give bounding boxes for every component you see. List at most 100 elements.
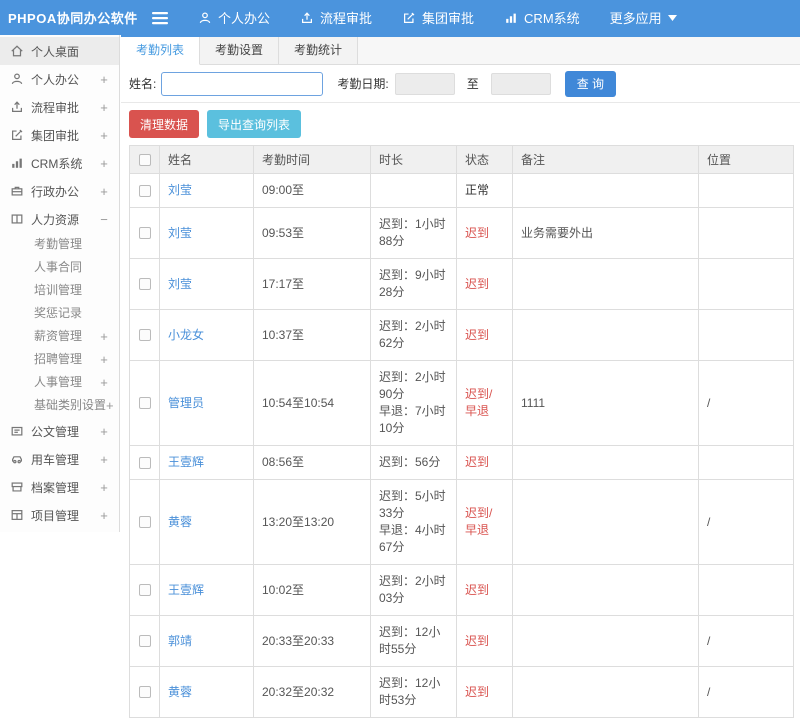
row-checkbox[interactable] xyxy=(138,584,151,597)
employee-name-link[interactable]: 刘莹 xyxy=(168,226,192,240)
home-icon xyxy=(10,44,24,58)
nav-item-workflow-approval[interactable]: 流程审批 xyxy=(300,8,372,27)
table-row: 王壹辉 08:56至 迟到：56分 迟到 xyxy=(129,445,794,480)
sidebar-item-personal-office[interactable]: 个人办公 + xyxy=(0,65,119,93)
sidebar-subitem-training-management[interactable]: 培训管理 xyxy=(0,279,119,302)
nav-item-label: 集团审批 xyxy=(422,11,475,26)
employee-name-link[interactable]: 王壹辉 xyxy=(168,583,204,597)
row-checkbox[interactable] xyxy=(138,278,151,291)
book-icon xyxy=(10,212,24,226)
location-cell: / xyxy=(698,666,794,718)
date-from-input[interactable] xyxy=(394,72,455,95)
action-bar: 清理数据 导出查询列表 xyxy=(121,103,800,145)
expand-icon: + xyxy=(100,479,108,495)
sidebar-item-crm-system[interactable]: CRM系统 + xyxy=(0,149,119,177)
search-button[interactable]: 查 询 xyxy=(564,70,617,97)
nav-item-group-approval[interactable]: 集团审批 xyxy=(402,8,474,27)
expand-icon xyxy=(99,233,109,256)
row-checkbox[interactable] xyxy=(138,184,151,197)
expand-icon: + xyxy=(100,375,108,390)
hamburger-menu-icon[interactable] xyxy=(152,11,168,25)
nav-item-more-apps[interactable]: 更多应用 xyxy=(610,8,677,27)
note-cell xyxy=(512,564,699,616)
nav-item-personal-office[interactable]: 个人办公 xyxy=(198,8,270,27)
tab-attendance-settings[interactable]: 考勤设置 xyxy=(200,37,280,64)
table-row: 王壹辉 10:02至 迟到：2小时03分 迟到 xyxy=(129,564,794,616)
employee-name-link[interactable]: 管理员 xyxy=(168,396,204,410)
chart-icon xyxy=(504,11,518,25)
note-cell xyxy=(512,445,699,480)
duration-cell: 迟到：2小时62分 xyxy=(370,309,457,361)
status-badge: 迟到/早退 xyxy=(465,506,493,537)
employee-name-link[interactable]: 黄蓉 xyxy=(168,685,192,699)
sidebar-subitem-personnel-management[interactable]: 人事管理 + xyxy=(0,371,119,394)
sidebar-item-human-resources[interactable]: 人力资源 − xyxy=(0,205,119,233)
employee-name-link[interactable]: 黄蓉 xyxy=(168,515,192,529)
clean-data-button[interactable]: 清理数据 xyxy=(129,110,200,138)
expand-icon: + xyxy=(100,507,108,523)
name-filter-input[interactable] xyxy=(161,71,324,96)
expand-icon: + xyxy=(100,99,108,115)
sidebar-subitem-salary-management[interactable]: 薪资管理 + xyxy=(0,325,119,348)
column-header: 状态 xyxy=(456,145,513,174)
row-checkbox[interactable] xyxy=(138,329,151,342)
duration-cell: 迟到：9小时28分 xyxy=(370,258,457,310)
name-cell: 黄蓉 xyxy=(159,479,254,565)
name-cell: 管理员 xyxy=(159,360,254,446)
row-checkbox[interactable] xyxy=(138,516,151,529)
edit-icon xyxy=(10,128,24,142)
row-checkbox[interactable] xyxy=(138,397,151,410)
employee-name-link[interactable]: 小龙女 xyxy=(168,328,204,342)
column-header: 备注 xyxy=(512,145,699,174)
status-cell: 迟到 xyxy=(456,666,513,718)
sidebar-subitem-recruitment-management[interactable]: 招聘管理 + xyxy=(0,348,119,371)
name-filter-label: 姓名: xyxy=(129,77,157,91)
status-badge: 迟到 xyxy=(465,684,490,699)
sidebar-item-label: 个人办公 xyxy=(31,72,80,87)
sidebar-item-group-approval[interactable]: 集团审批 + xyxy=(0,121,119,149)
row-checkbox[interactable] xyxy=(138,635,151,648)
expand-icon: + xyxy=(100,451,108,467)
sidebar-item-archive-management[interactable]: 档案管理 + xyxy=(0,473,119,501)
duration-cell: 迟到：1小时88分 xyxy=(370,207,457,259)
name-cell: 王壹辉 xyxy=(159,445,254,480)
note-cell: 1111 xyxy=(512,360,699,446)
row-checkbox[interactable] xyxy=(138,456,151,469)
time-cell: 10:37至 xyxy=(253,309,371,361)
sidebar-subitem-personnel-contract[interactable]: 人事合同 xyxy=(0,256,119,279)
sidebar-item-label: 流程审批 xyxy=(31,100,80,115)
tab-attendance-list[interactable]: 考勤列表 xyxy=(121,37,201,65)
sidebar-subitem-attendance-management[interactable]: 考勤管理 xyxy=(0,233,119,256)
export-list-button[interactable]: 导出查询列表 xyxy=(207,110,302,138)
sidebar-item-vehicle-management[interactable]: 用车管理 + xyxy=(0,445,119,473)
employee-name-link[interactable]: 郭靖 xyxy=(168,634,192,648)
expand-icon: + xyxy=(100,183,108,199)
status-badge: 迟到/早退 xyxy=(465,387,493,418)
select-all-checkbox[interactable] xyxy=(138,154,151,167)
employee-name-link[interactable]: 刘莹 xyxy=(168,277,192,291)
sidebar-subitem-label: 招聘管理 xyxy=(34,352,83,366)
duration-cell: 迟到：12小时53分 xyxy=(370,666,457,718)
employee-name-link[interactable]: 王壹辉 xyxy=(168,455,204,469)
row-checkbox[interactable] xyxy=(138,227,151,240)
row-checkbox[interactable] xyxy=(138,686,151,699)
tab-attendance-statistics[interactable]: 考勤统计 xyxy=(279,37,359,64)
date-to-input[interactable] xyxy=(490,72,551,95)
sidebar-item-document-management[interactable]: 公文管理 + xyxy=(0,417,119,445)
column-header: 考勤时间 xyxy=(253,145,371,174)
employee-name-link[interactable]: 刘莹 xyxy=(168,183,192,197)
sidebar-item-project-management[interactable]: 项目管理 + xyxy=(0,501,119,529)
workflow-icon xyxy=(10,100,24,114)
sidebar-subitem-reward-punishment-records[interactable]: 奖惩记录 xyxy=(0,302,119,325)
archive-icon xyxy=(10,480,24,494)
car-icon xyxy=(10,452,24,466)
sidebar-item-admin-office[interactable]: 行政办公 + xyxy=(0,177,119,205)
table-body: 刘莹 09:00至 正常 刘莹 09:53至 迟到：1小时88分 迟到 业务需要外出 刘莹 17:… xyxy=(129,173,794,718)
nav-item-crm-system[interactable]: CRM系统 xyxy=(504,8,580,27)
sidebar-subitem-basic-category-settings[interactable]: 基础类别设置 + xyxy=(0,394,119,417)
sidebar-subitem-label: 人事管理 xyxy=(34,375,83,389)
sidebar-item-label: 人力资源 xyxy=(31,212,80,227)
sidebar-item-workflow-approval[interactable]: 流程审批 + xyxy=(0,93,119,121)
sidebar-item-personal-desktop[interactable]: 个人桌面 xyxy=(0,37,119,65)
expand-icon: + xyxy=(100,71,108,87)
